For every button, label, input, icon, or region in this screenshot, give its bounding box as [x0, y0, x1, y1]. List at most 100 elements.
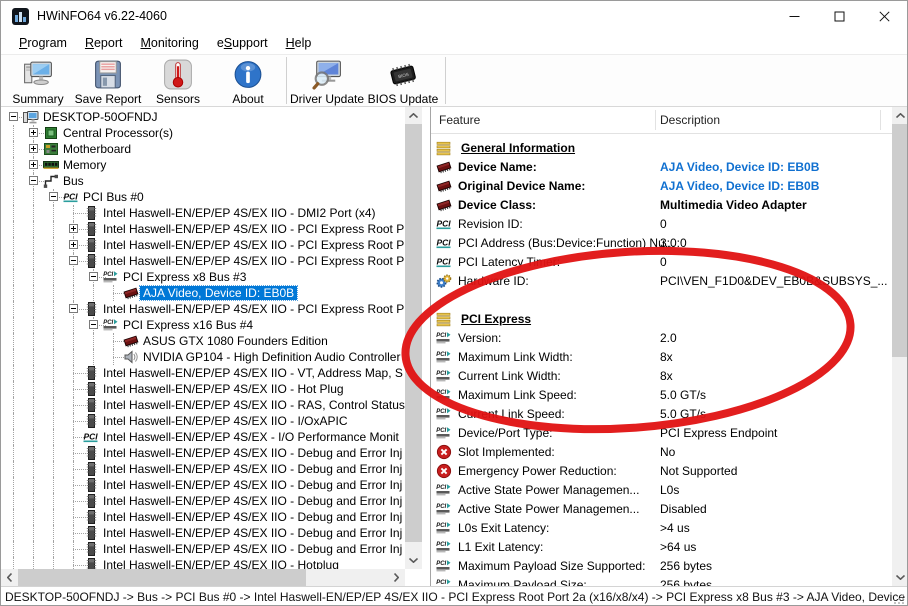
panel-splitter[interactable] — [422, 107, 430, 586]
feature-name: Maximum Payload Size Supported: — [458, 559, 645, 573]
tree-row[interactable]: PCIIntel Haswell-EN/EP/EP 4S/EX - I/O Pe… — [1, 429, 405, 445]
pcie-icon: PCI — [436, 368, 452, 384]
tree-horizontal-scrollbar[interactable] — [1, 569, 405, 586]
details-section-row[interactable]: PCI Express — [431, 310, 892, 329]
details-row[interactable]: PCIMaximum Link Width:8x — [431, 348, 892, 367]
details-vertical-scrollbar[interactable] — [892, 107, 908, 586]
tree-row[interactable]: Intel Haswell-EN/EP/EP 4S/EX IIO - DMI2 … — [1, 205, 405, 221]
details-row[interactable]: PCIActive State Power Managemen...L0s — [431, 481, 892, 500]
toolbar-button-save-report[interactable]: Save Report — [73, 55, 143, 106]
details-row[interactable]: Slot Implemented:No — [431, 443, 892, 462]
details-row[interactable]: PCIMaximum Link Speed:5.0 GT/s — [431, 386, 892, 405]
tree-row[interactable]: NVIDIA GP104 - High Definition Audio Con… — [1, 349, 405, 365]
tree-row[interactable]: Intel Haswell-EN/EP/EP 4S/EX IIO - Debug… — [1, 445, 405, 461]
tree-hscroll-thumb[interactable] — [18, 569, 306, 586]
tree-row[interactable]: Memory — [1, 157, 405, 173]
details-row[interactable]: PCIL0s Exit Latency:>4 us — [431, 519, 892, 538]
details-section-row[interactable]: General Information — [431, 139, 892, 158]
menu-item-help[interactable]: Help — [277, 34, 321, 52]
tree-row[interactable]: ASUS GTX 1080 Founders Edition — [1, 333, 405, 349]
tree-row[interactable]: Intel Haswell-EN/EP/EP 4S/EX IIO - Debug… — [1, 541, 405, 557]
details-row[interactable]: Hardware ID:PCI\VEN_F1D0&DEV_EB0B&SUBSYS… — [431, 272, 892, 291]
tree-vertical-scrollbar[interactable] — [405, 107, 422, 569]
resize-grip[interactable] — [893, 593, 905, 605]
details-row[interactable]: PCIDevice/Port Type:PCI Express Endpoint — [431, 424, 892, 443]
minimize-button[interactable] — [772, 1, 817, 31]
tree-row[interactable]: Intel Haswell-EN/EP/EP 4S/EX IIO - VT, A… — [1, 365, 405, 381]
tree-row[interactable]: Intel Haswell-EN/EP/EP 4S/EX IIO - PCI E… — [1, 253, 405, 269]
details-vscroll-thumb[interactable] — [892, 124, 908, 357]
scroll-down-arrow-icon[interactable] — [405, 552, 422, 569]
tree-row[interactable]: Intel Haswell-EN/EP/EP 4S/EX IIO - PCI E… — [1, 221, 405, 237]
tree-row[interactable]: DESKTOP-50OFNDJ — [1, 109, 405, 125]
details-row[interactable]: Device Class:Multimedia Video Adapter — [431, 196, 892, 215]
tree-row[interactable]: PCIPCI Express x16 Bus #4 — [1, 317, 405, 333]
details-row[interactable]: PCIPCI Address (Bus:Device:Function) Nu.… — [431, 234, 892, 253]
details-row[interactable]: PCIActive State Power Managemen...Disabl… — [431, 500, 892, 519]
tree-row[interactable]: Intel Haswell-EN/EP/EP 4S/EX IIO - Debug… — [1, 461, 405, 477]
menu-item-esupport[interactable]: eSupport — [208, 34, 277, 52]
details-row[interactable]: PCIPCI Latency Timer:0 — [431, 253, 892, 272]
tree-vscroll-thumb[interactable] — [405, 124, 422, 542]
tree-guide-line — [53, 461, 55, 477]
menu-item-program[interactable]: Program — [10, 34, 76, 52]
collapse-toggle[interactable] — [49, 192, 58, 201]
menu-item-report[interactable]: Report — [76, 34, 132, 52]
tree-row[interactable]: AJA Video, Device ID: EB0B — [1, 285, 405, 301]
column-header-description[interactable]: Description — [660, 113, 720, 127]
toolbar-button-summary[interactable]: Summary — [3, 55, 73, 106]
tree-row[interactable]: Intel Haswell-EN/EP/EP 4S/EX IIO - PCI E… — [1, 301, 405, 317]
tree-row[interactable]: Intel Haswell-EN/EP/EP 4S/EX IIO - Debug… — [1, 493, 405, 509]
scroll-right-arrow-icon[interactable] — [388, 569, 405, 586]
details-row[interactable]: PCIL1 Exit Latency:>64 us — [431, 538, 892, 557]
expand-toggle[interactable] — [29, 160, 38, 169]
details-row[interactable]: PCIMaximum Payload Size:256 bytes — [431, 576, 892, 587]
scroll-up-arrow-icon[interactable] — [405, 107, 422, 124]
scroll-up-arrow-icon[interactable] — [892, 107, 908, 124]
tree-row[interactable]: Intel Haswell-EN/EP/EP 4S/EX IIO - Debug… — [1, 509, 405, 525]
tree-row[interactable]: Central Processor(s) — [1, 125, 405, 141]
collapse-toggle[interactable] — [69, 256, 78, 265]
collapse-toggle[interactable] — [69, 304, 78, 313]
tree-row[interactable]: Intel Haswell-EN/EP/EP 4S/EX IIO - RAS, … — [1, 397, 405, 413]
svg-text:PCI: PCI — [436, 352, 446, 358]
details-row[interactable]: Device Name:AJA Video, Device ID: EB0B — [431, 158, 892, 177]
details-row[interactable]: PCIRevision ID:0 — [431, 215, 892, 234]
tree-row[interactable]: Intel Haswell-EN/EP/EP 4S/EX IIO - I/OxA… — [1, 413, 405, 429]
toolbar-button-bios-update[interactable]: BIOSBIOS Update — [364, 55, 442, 106]
column-header-feature[interactable]: Feature — [439, 113, 480, 127]
menu-item-monitoring[interactable]: Monitoring — [131, 34, 207, 52]
column-divider[interactable] — [880, 110, 881, 130]
expand-toggle[interactable] — [29, 128, 38, 137]
tree-row[interactable]: Intel Haswell-EN/EP/EP 4S/EX IIO - Debug… — [1, 525, 405, 541]
scroll-down-arrow-icon[interactable] — [892, 569, 908, 586]
toolbar-button-sensors[interactable]: Sensors — [143, 55, 213, 106]
details-row[interactable]: Original Device Name:AJA Video, Device I… — [431, 177, 892, 196]
tree-row[interactable]: Intel Haswell-EN/EP/EP 4S/EX IIO - PCI E… — [1, 237, 405, 253]
collapse-toggle[interactable] — [89, 272, 98, 281]
tree-row[interactable]: Bus — [1, 173, 405, 189]
tree-row[interactable]: Intel Haswell-EN/EP/EP 4S/EX IIO - Debug… — [1, 477, 405, 493]
toolbar-button-about[interactable]: About — [213, 55, 283, 106]
tree-row[interactable]: Intel Haswell-EN/EP/EP 4S/EX IIO - Hotpl… — [1, 557, 405, 569]
tree-row[interactable]: PCIPCI Bus #0 — [1, 189, 405, 205]
details-row[interactable]: PCICurrent Link Width:8x — [431, 367, 892, 386]
column-divider[interactable] — [655, 110, 656, 130]
tree-row[interactable]: Motherboard — [1, 141, 405, 157]
close-button[interactable] — [862, 1, 907, 31]
maximize-button[interactable] — [817, 1, 862, 31]
collapse-toggle[interactable] — [29, 176, 38, 185]
expand-toggle[interactable] — [69, 240, 78, 249]
collapse-toggle[interactable] — [89, 320, 98, 329]
details-row[interactable]: Emergency Power Reduction:Not Supported — [431, 462, 892, 481]
scroll-left-arrow-icon[interactable] — [1, 569, 18, 586]
expand-toggle[interactable] — [69, 224, 78, 233]
tree-row[interactable]: Intel Haswell-EN/EP/EP 4S/EX IIO - Hot P… — [1, 381, 405, 397]
collapse-toggle[interactable] — [9, 112, 18, 121]
details-row[interactable]: PCIMaximum Payload Size Supported:256 by… — [431, 557, 892, 576]
details-row[interactable]: PCICurrent Link Speed:5.0 GT/s — [431, 405, 892, 424]
details-row[interactable]: PCIVersion:2.0 — [431, 329, 892, 348]
toolbar-button-driver-update[interactable]: Driver Update — [290, 55, 364, 106]
expand-toggle[interactable] — [29, 144, 38, 153]
tree-row[interactable]: PCIPCI Express x8 Bus #3 — [1, 269, 405, 285]
